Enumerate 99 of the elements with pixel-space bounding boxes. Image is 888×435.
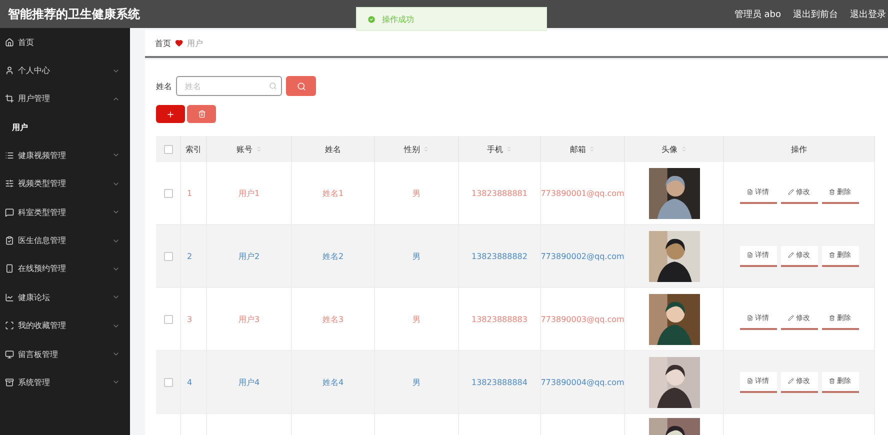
search-icon (296, 82, 306, 90)
table-cell: 用户4 (238, 376, 260, 388)
table-cell: 姓名3 (322, 314, 344, 324)
trash-icon (829, 315, 835, 321)
table-cell: 13823888884 (472, 378, 528, 386)
toast-text: 操作成功 (382, 14, 414, 24)
clipboard-icon (5, 236, 14, 246)
search-button[interactable] (286, 76, 316, 96)
add-button[interactable] (156, 105, 185, 123)
table-cell: 用户1 (238, 188, 260, 198)
document-icon (747, 315, 753, 321)
phone-icon (5, 264, 14, 274)
app-title: 智能推荐的卫生健康系统 (8, 6, 140, 22)
checkbox[interactable] (164, 252, 172, 260)
column-title: 姓名 (325, 144, 341, 154)
table-cell: 姓名2 (322, 250, 344, 262)
message-icon (5, 208, 14, 217)
column-title: 索引 (186, 144, 202, 154)
search-icon (269, 82, 277, 90)
delete-button[interactable] (187, 105, 216, 123)
table-cell: 773890003@qq.com (540, 314, 624, 324)
table-cell: 男 (412, 314, 420, 324)
table-cell: 姓名1 (322, 188, 344, 198)
pencil-icon (788, 315, 794, 321)
scan-icon (5, 321, 14, 330)
table-cell: 13823888882 (472, 252, 528, 260)
trash-icon (198, 110, 206, 118)
sidebar-item[interactable]: 视频类型管理 (0, 170, 130, 198)
crop-icon (5, 94, 14, 104)
user-label: 管理员 abo (734, 8, 781, 20)
sidebar-item[interactable]: 留言板管理 (0, 340, 130, 368)
table-cell: 用户2 (238, 250, 260, 262)
column-header[interactable]: 索引 (181, 136, 207, 162)
checkbox[interactable] (164, 314, 172, 324)
heart-icon (175, 39, 183, 47)
column-title: 邮箱 (570, 144, 586, 154)
checkbox[interactable] (164, 378, 172, 386)
success-icon (367, 14, 376, 24)
pencil-icon (788, 252, 794, 258)
column-header[interactable]: 邮箱 (541, 136, 625, 162)
sidebar-item[interactable]: 健康视频管理 (0, 141, 130, 170)
plus-icon (166, 110, 175, 118)
table-cell: 男 (412, 376, 420, 388)
chart-icon (5, 292, 14, 302)
checkbox[interactable] (164, 188, 172, 198)
table-cell: 男 (412, 250, 420, 262)
breadcrumb-link[interactable]: 首页 (155, 38, 171, 48)
sidebar-item[interactable]: 用户管理 (0, 84, 130, 114)
document-icon (747, 378, 753, 384)
monitor-icon (5, 350, 14, 359)
header-link[interactable]: 退出登录 (850, 8, 886, 20)
table-cell: 4 (187, 378, 192, 386)
table-cell: 姓名4 (322, 376, 344, 388)
table-cell: 13823888881 (472, 188, 528, 198)
table-cell: 13823888883 (472, 314, 528, 324)
pencil-icon (788, 378, 794, 384)
header-link[interactable]: 退出到前台 (793, 8, 838, 20)
trash-icon (829, 189, 835, 195)
sidebar-item[interactable]: 个人中心 (0, 56, 130, 85)
home-icon (5, 38, 14, 47)
search-label: 姓名 (156, 80, 172, 92)
document-icon (747, 252, 753, 258)
table-cell: 用户3 (238, 314, 260, 324)
table-cell: 3 (187, 314, 192, 324)
table-cell: 773890001@qq.com (540, 188, 624, 198)
column-header[interactable]: 头像 (625, 136, 724, 162)
column-header[interactable]: 手机 (459, 136, 541, 162)
column-title: 账号 (236, 144, 252, 154)
sidebar-item[interactable]: 医生信息管理 (0, 226, 130, 255)
sidebar-subitem[interactable]: 用户 (0, 113, 130, 142)
column-title: 操作 (791, 144, 807, 154)
column-header[interactable]: 姓名 (292, 136, 375, 162)
trash-icon (829, 378, 835, 384)
table-cell: 2 (187, 252, 192, 260)
trash-icon (829, 252, 835, 258)
user-icon (5, 66, 14, 76)
column-header[interactable]: 操作 (724, 136, 875, 162)
sliders-icon (5, 179, 14, 188)
table-cell: 773890002@qq.com (540, 252, 624, 260)
document-icon (747, 189, 753, 195)
list-icon (5, 150, 14, 160)
sidebar-item[interactable]: 首页 (0, 28, 130, 56)
sidebar-item[interactable]: 我的收藏管理 (0, 312, 130, 340)
column-title: 性别 (404, 144, 420, 154)
checkbox[interactable] (164, 144, 172, 154)
sidebar-item[interactable]: 健康论坛 (0, 283, 130, 312)
table-cell: 男 (412, 188, 420, 198)
sidebar-item[interactable]: 科室类型管理 (0, 198, 130, 226)
column-title: 手机 (487, 144, 503, 154)
archive-icon (5, 378, 14, 387)
pencil-icon (788, 189, 794, 195)
sidebar-item[interactable]: 在线预约管理 (0, 254, 130, 284)
table-cell: 773890004@qq.com (540, 378, 624, 386)
search-field[interactable]: 姓名 (176, 76, 282, 96)
column-title: 头像 (662, 144, 678, 154)
column-header[interactable]: 性别 (375, 136, 459, 162)
sidebar-item[interactable]: 系统管理 (0, 368, 130, 397)
table-cell: 1 (187, 188, 192, 198)
column-header[interactable]: 账号 (207, 136, 292, 162)
